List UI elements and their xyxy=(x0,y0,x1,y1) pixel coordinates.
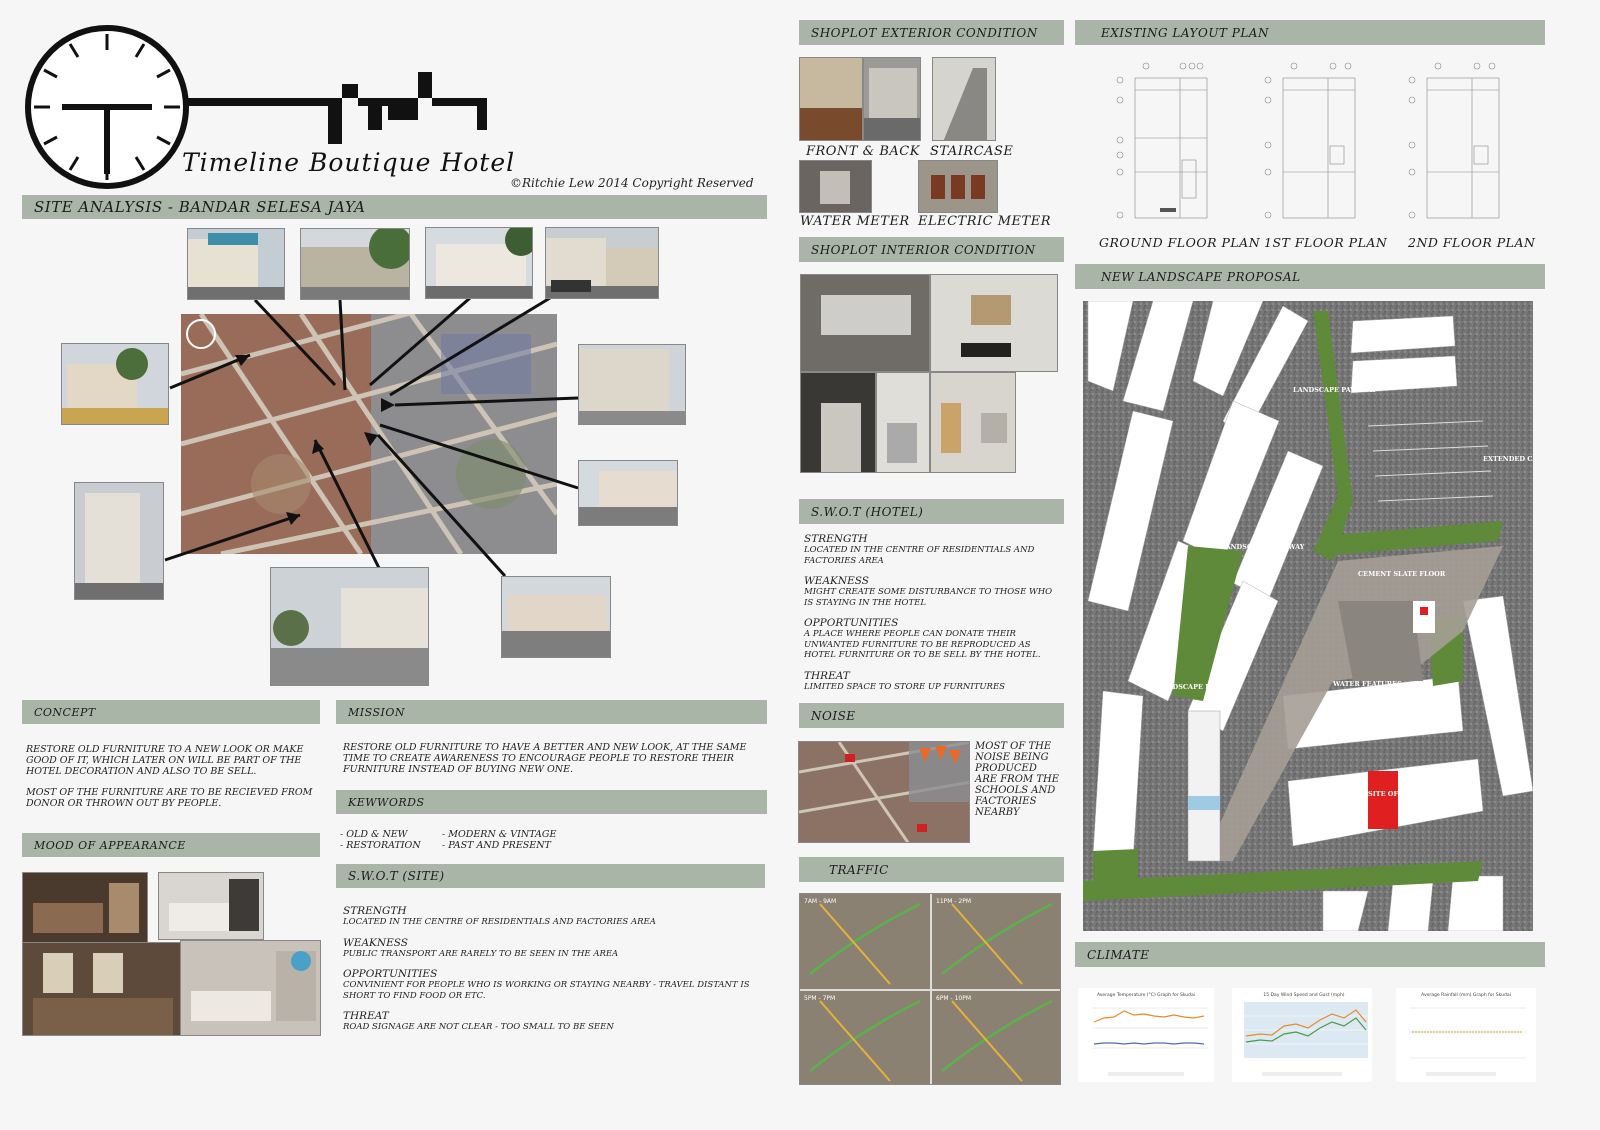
exterior-photo-back xyxy=(863,57,921,141)
swot-site-threat-text: ROAD SIGNAGE ARE NOT CLEAR - TOO SMALL T… xyxy=(343,1022,614,1032)
site-photo-4 xyxy=(545,227,659,299)
site-photo-10 xyxy=(501,576,611,658)
swot-site-opportunities-text: CONVINIENT FOR PEOPLE WHO IS WORKING OR … xyxy=(343,980,750,1001)
swot-hotel-header: S.W.O.T (HOTEL) xyxy=(799,499,1064,524)
traffic-label-1: 7AM - 9AM xyxy=(804,898,836,905)
mission-header: MISSION xyxy=(336,700,767,724)
second-floor-caption: 2ND FLOOR PLAN xyxy=(1408,235,1536,250)
exterior-photo-electric-meter xyxy=(918,160,998,213)
noise-map xyxy=(798,741,970,843)
existing-layout-header: EXISTING LAYOUT PLAN xyxy=(1075,20,1545,45)
swot-hotel-opportunities-text: A PLACE WHERE PEOPLE CAN DONATE THEIR UN… xyxy=(804,629,1041,660)
swot-site-header: S.W.O.T (SITE) xyxy=(336,864,765,888)
exterior-photo-staircase xyxy=(932,57,996,141)
traffic-label-3: 5PM - 7PM xyxy=(804,995,835,1002)
traffic-label-4: 6PM - 10PM xyxy=(936,995,971,1002)
mood-photo-2 xyxy=(158,872,264,940)
swot-hotel-strength-heading: STRENGTH xyxy=(804,533,868,545)
traffic-label-2: 11PM - 2PM xyxy=(936,898,971,905)
site-photo-2 xyxy=(300,228,410,300)
keywords-col-2: - MODERN & VINTAGE - PAST AND PRESENT xyxy=(442,829,557,851)
site-photo-3 xyxy=(425,227,533,299)
climate-title-wind: 15 Day Wind Speed and Gust (mph) xyxy=(1263,992,1344,998)
interior-photo-3 xyxy=(800,372,876,473)
site-photo-5 xyxy=(61,343,169,425)
first-floor-caption: 1ST FLOOR PLAN xyxy=(1264,235,1388,250)
mood-photo-4 xyxy=(180,940,321,1036)
label-landscape-paveway-3: LANDSCAPE PAVEWAY xyxy=(1157,683,1241,691)
traffic-header: TRAFFIC xyxy=(799,857,1064,882)
swot-site-strength-text: LOCATED IN THE CENTRE OF RESIDENTIALS AN… xyxy=(343,917,656,927)
exterior-header: SHOPLOT EXTERIOR CONDITION xyxy=(799,20,1064,45)
exterior-photo-front xyxy=(799,57,863,141)
swot-hotel-threat-text: LIMITED SPACE TO STORE UP FURNITURES xyxy=(804,681,1005,692)
landscape-proposal-plan: LANDSCAPE PAVEWAY LANDSCAPE PAVEWAY LAND… xyxy=(1083,301,1533,931)
mood-photo-3 xyxy=(22,942,182,1036)
ground-floor-caption: GROUND FLOOR PLAN xyxy=(1099,235,1261,250)
mood-photo-1 xyxy=(22,872,148,944)
swot-hotel-weakness-heading: WEAKNESS xyxy=(804,575,869,587)
ground-floor-plan xyxy=(1116,62,1208,219)
label-water-features: WATER FEATURES xyxy=(1332,680,1402,688)
landscape-header: NEW LANDSCAPE PROPOSAL xyxy=(1075,264,1545,289)
keywords-header: KEWWORDS xyxy=(336,790,767,814)
site-photo-9 xyxy=(270,567,429,686)
site-photo-6 xyxy=(578,344,686,425)
caption-front-back: FRONT & BACK xyxy=(806,144,920,159)
swot-site-weakness-heading: WEAKNESS xyxy=(343,936,408,949)
swot-site-threat-heading: THREAT xyxy=(343,1010,389,1022)
noise-header: NOISE xyxy=(799,703,1064,728)
swot-hotel-strength-text: LOCATED IN THE CENTRE OF RESIDENTIALS AN… xyxy=(804,545,1035,566)
label-cement-slate-floor: CEMENT SLATE FLOOR xyxy=(1358,570,1446,578)
first-floor-plan xyxy=(1264,62,1356,219)
label-site-office: SITE OFFICE xyxy=(1368,790,1416,798)
swot-site-body: STRENGTH LOCATED IN THE CENTRE OF RESIDE… xyxy=(343,896,763,1033)
swot-site-strength-heading: STRENGTH xyxy=(343,905,407,917)
site-photo-1 xyxy=(187,228,285,300)
swot-hotel-opportunities-heading: OPPORTUNITIES xyxy=(804,617,899,629)
concept-paragraph-2: MOST OF THE FURNITURE ARE TO BE RECIEVED… xyxy=(26,787,313,809)
concept-header: CONCEPT xyxy=(22,700,320,724)
mood-header: MOOD OF APPEARANCE xyxy=(22,833,320,857)
exterior-photo-water-meter xyxy=(799,160,872,213)
concept-paragraph-1: RESTORE OLD FURNITURE TO A NEW LOOK OR M… xyxy=(26,744,304,777)
interior-header: SHOPLOT INTERIOR CONDITION xyxy=(799,237,1064,262)
swot-site-opportunities-heading: OPPORTUNITIES xyxy=(343,968,438,980)
climate-header: CLIMATE xyxy=(1075,942,1545,967)
caption-water-meter: WATER METER xyxy=(800,214,910,229)
site-photo-7 xyxy=(74,482,164,600)
site-photo-8 xyxy=(578,460,678,526)
swot-hotel-body: STRENGTH LOCATED IN THE CENTRE OF RESIDE… xyxy=(804,524,1062,692)
climate-chart-wind: 15 Day Wind Speed and Gust (mph) xyxy=(1232,988,1372,1082)
label-extended-carpark: EXTENDED CARPARK xyxy=(1483,455,1533,463)
climate-chart-temperature: Average Temperature (°C) Graph for Skuda… xyxy=(1078,988,1214,1082)
swot-hotel-threat-heading: THREAT xyxy=(804,669,850,682)
climate-chart-rainfall: Average Rainfall (mm) Graph for Skudai xyxy=(1396,988,1536,1082)
caption-electric-meter: ELECTRIC METER xyxy=(918,214,1051,229)
caption-staircase: STAIRCASE xyxy=(930,144,1014,159)
noise-text: MOST OF THE NOISE BEING PRODUCED ARE FRO… xyxy=(975,741,1060,818)
climate-title-rainfall: Average Rainfall (mm) Graph for Skudai xyxy=(1421,992,1511,998)
interior-photo-1 xyxy=(800,274,930,372)
label-landscape-paveway-2: LANDSCAPE PAVEWAY xyxy=(1221,543,1305,551)
second-floor-plan xyxy=(1408,62,1500,219)
mission-paragraph: RESTORE OLD FURNITURE TO HAVE A BETTER A… xyxy=(343,742,747,775)
swot-hotel-weakness-text: MIGHT CREATE SOME DISTURBANCE TO THOSE W… xyxy=(804,587,1053,608)
keywords-col-1: - OLD & NEW - RESTORATION xyxy=(340,829,421,851)
interior-photo-4 xyxy=(876,372,930,473)
climate-title-temperature: Average Temperature (°C) Graph for Skuda… xyxy=(1097,992,1195,998)
interior-photo-2 xyxy=(930,274,1058,372)
interior-photo-5 xyxy=(930,372,1016,473)
swot-site-weakness-text: PUBLIC TRANSPORT ARE RARELY TO BE SEEN I… xyxy=(343,948,619,959)
traffic-maps: 7AM - 9AM 11PM - 2PM 5PM - 7PM 6PM - 10P… xyxy=(799,893,1061,1085)
label-landscape-paveway-1: LANDSCAPE PAVEWAY xyxy=(1293,386,1377,394)
